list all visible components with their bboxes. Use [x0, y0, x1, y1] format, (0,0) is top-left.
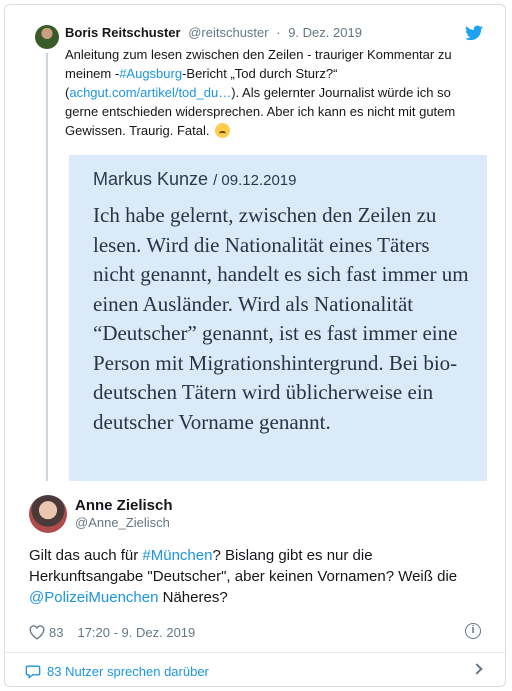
parent-tweet-header: Boris Reitschuster @reitschuster · 9. De… [65, 25, 362, 40]
info-icon[interactable]: i [465, 623, 481, 639]
twitter-bird-icon[interactable] [465, 25, 483, 41]
divider [5, 652, 505, 653]
heart-icon[interactable] [29, 624, 45, 640]
main-author-name[interactable]: Anne Zielisch [75, 497, 173, 514]
main-tweet-text: Gilt das auch für #München? Bislang gibt… [29, 545, 489, 608]
quote-author-line: Markus Kunze / 09.12.2019 [93, 169, 297, 190]
tweet-timestamp[interactable]: 17:20 - 9. Dez. 2019 [77, 625, 195, 640]
conversation-count[interactable]: 83 Nutzer sprechen darüber [47, 664, 209, 679]
speech-bubble-icon [25, 665, 41, 679]
tweet-meta: 83 17:20 - 9. Dez. 2019 [29, 622, 195, 642]
tweet-card: Boris Reitschuster @reitschuster · 9. De… [4, 4, 506, 687]
article-link[interactable]: achgut.com/artikel/tod_du… [69, 85, 231, 100]
like-count[interactable]: 83 [49, 625, 63, 640]
boris-avatar[interactable] [35, 25, 59, 49]
hashtag-augsburg[interactable]: #Augsburg [119, 66, 182, 81]
quote-body: Ich habe gelernt, zwischen den Zeilen zu… [93, 203, 469, 434]
quote-image[interactable]: Markus Kunze / 09.12.2019 Ich habe geler… [69, 155, 487, 481]
quote-date: / 09.12.2019 [213, 172, 297, 189]
main-text-part: Näheres? [158, 589, 228, 606]
quote-author: Markus Kunze [93, 169, 209, 189]
mention-polizei[interactable]: @PolizeiMuenchen [29, 589, 158, 606]
thread-line [46, 53, 48, 481]
parent-separator: · [276, 25, 281, 40]
hashtag-muenchen[interactable]: #München [142, 547, 212, 564]
crying-face-icon [215, 123, 231, 138]
main-author-handle[interactable]: @Anne_Zielisch [75, 515, 170, 530]
parent-date[interactable]: 9. Dez. 2019 [288, 25, 362, 40]
conversation-link[interactable]: 83 Nutzer sprechen darüber [25, 660, 209, 682]
parent-author-name[interactable]: Boris Reitschuster [65, 25, 181, 40]
parent-author-handle[interactable]: @reitschuster [188, 25, 268, 40]
anne-avatar[interactable] [29, 495, 67, 533]
parent-tweet-text: Anleitung zum lesen zwischen den Zeilen … [65, 45, 485, 140]
chevron-right-icon[interactable] [471, 663, 483, 675]
main-text-part: Gilt das auch für [29, 547, 143, 564]
